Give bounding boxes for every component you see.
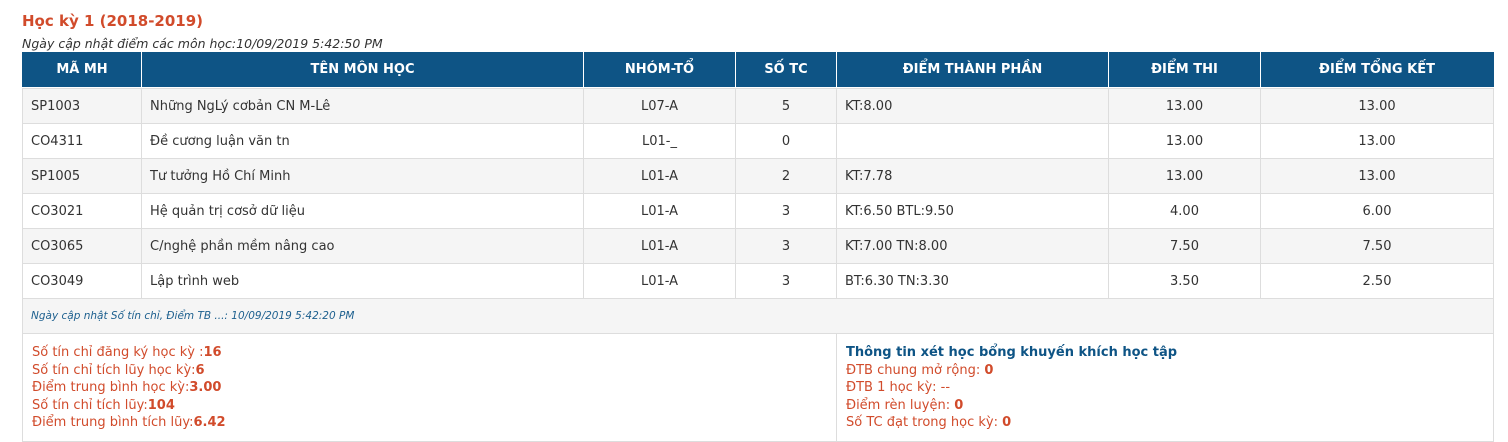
course-group: L07-A — [583, 88, 736, 124]
course-name: Những NgLý cơbản CN M-Lê — [141, 88, 584, 124]
cumulative-gpa-value: 6.42 — [193, 415, 226, 430]
registered-credits-line: Số tín chỉ đăng ký học kỳ :16 — [32, 345, 222, 360]
exam-score: 13.00 — [1108, 123, 1261, 159]
table-row: CO3065 C/nghệ phần mềm nâng cao L01-A 3 … — [22, 228, 1494, 264]
one-semester-gpa-line: ĐTB 1 học kỳ: -- — [846, 380, 951, 395]
component-scores — [836, 123, 1109, 159]
summary-updated-timestamp: Ngày cập nhật Số tín chỉ, Điểm TB ...: 1… — [22, 298, 1494, 334]
header-component-scores: ĐIỂM THÀNH PHẦN — [836, 52, 1109, 87]
course-group: L01-A — [583, 228, 736, 264]
grades-updated-timestamp: Ngày cập nhật điểm các môn học:10/09/201… — [22, 36, 383, 51]
course-group: L01-A — [583, 193, 736, 229]
header-group: NHÓM-TỔ — [583, 52, 736, 87]
grades-table: MÃ MH TÊN MÔN HỌC NHÓM-TỔ SỐ TC ĐIỂM THÀ… — [22, 52, 1494, 442]
header-course-code: MÃ MH — [22, 52, 142, 87]
component-scores: KT:8.00 — [836, 88, 1109, 124]
table-row: CO4311 Đề cương luận văn tn L01-_ 0 13.0… — [22, 123, 1494, 159]
semester-gpa-value: 3.00 — [189, 380, 222, 395]
conduct-score-value: 0 — [954, 397, 964, 413]
exam-score: 4.00 — [1108, 193, 1261, 229]
course-credits: 0 — [735, 123, 837, 159]
final-score: 6.00 — [1260, 193, 1494, 229]
header-credits: SỐ TC — [735, 52, 837, 87]
final-score: 7.50 — [1260, 228, 1494, 264]
exam-score: 3.50 — [1108, 263, 1261, 299]
semester-accumulated-credits-line: Số tín chỉ tích lũy học kỳ:6 — [32, 362, 205, 378]
credit-summary: Số tín chỉ đăng ký học kỳ :16 Số tín chỉ… — [22, 333, 837, 442]
course-group: L01-_ — [583, 123, 736, 159]
table-row: SP1005 Tư tưởng Hồ Chí Minh L01-A 2 KT:7… — [22, 158, 1494, 194]
exam-score: 13.00 — [1108, 158, 1261, 194]
semester-title: Học kỳ 1 (2018-2019) — [22, 12, 204, 30]
credits-passed-line: Số TC đạt trong học kỳ: 0 — [846, 415, 1012, 430]
header-course-name: TÊN MÔN HỌC — [141, 52, 584, 87]
summary-row: Số tín chỉ đăng ký học kỳ :16 Số tín chỉ… — [22, 333, 1494, 442]
final-score: 2.50 — [1260, 263, 1494, 299]
cumulative-gpa-line: Điểm trung bình tích lũy:6.42 — [32, 415, 226, 430]
registered-credits-value: 16 — [203, 345, 222, 360]
course-name: Tư tưởng Hồ Chí Minh — [141, 158, 584, 194]
course-code: SP1003 — [22, 88, 142, 124]
course-name: C/nghệ phần mềm nâng cao — [141, 228, 584, 264]
component-scores: BT:6.30 TN:3.30 — [836, 263, 1109, 299]
table-row: CO3021 Hệ quản trị cơsở dữ liệu L01-A 3 … — [22, 193, 1494, 229]
course-group: L01-A — [583, 158, 736, 194]
header-final-score: ĐIỂM TỔNG KẾT — [1260, 52, 1494, 87]
course-group: L01-A — [583, 263, 736, 299]
course-code: CO3021 — [22, 193, 142, 229]
final-score: 13.00 — [1260, 88, 1494, 124]
component-scores: KT:6.50 BTL:9.50 — [836, 193, 1109, 229]
accumulated-credits-line: Số tín chỉ tích lũy:104 — [32, 397, 175, 413]
course-code: CO4311 — [22, 123, 142, 159]
course-name: Lập trình web — [141, 263, 584, 299]
course-credits: 5 — [735, 88, 837, 124]
course-name: Đề cương luận văn tn — [141, 123, 584, 159]
conduct-score-line: Điểm rèn luyện: 0 — [846, 397, 964, 413]
accumulated-credits-value: 104 — [147, 397, 175, 413]
course-code: CO3049 — [22, 263, 142, 299]
course-code: SP1005 — [22, 158, 142, 194]
component-scores: KT:7.00 TN:8.00 — [836, 228, 1109, 264]
credits-passed-value: 0 — [1002, 415, 1012, 430]
table-row: CO3049 Lập trình web L01-A 3 BT:6.30 TN:… — [22, 263, 1494, 299]
course-credits: 3 — [735, 193, 837, 229]
semester-gpa-line: Điểm trung bình học kỳ:3.00 — [32, 380, 222, 395]
course-code: CO3065 — [22, 228, 142, 264]
extended-gpa-value: 0 — [984, 362, 994, 378]
course-credits: 2 — [735, 158, 837, 194]
exam-score: 7.50 — [1108, 228, 1261, 264]
extended-gpa-line: ĐTB chung mở rộng: 0 — [846, 362, 994, 378]
scholarship-info: Thông tin xét học bổng khuyến khích học … — [836, 333, 1494, 442]
final-score: 13.00 — [1260, 123, 1494, 159]
scholarship-title: Thông tin xét học bổng khuyến khích học … — [846, 345, 1178, 360]
header-exam-score: ĐIỂM THI — [1108, 52, 1261, 87]
final-score: 13.00 — [1260, 158, 1494, 194]
table-header-row: MÃ MH TÊN MÔN HỌC NHÓM-TỔ SỐ TC ĐIỂM THÀ… — [22, 52, 1494, 87]
semester-accumulated-credits-value: 6 — [195, 362, 205, 378]
course-credits: 3 — [735, 228, 837, 264]
course-credits: 3 — [735, 263, 837, 299]
table-row: SP1003 Những NgLý cơbản CN M-Lê L07-A 5 … — [22, 88, 1494, 124]
component-scores: KT:7.78 — [836, 158, 1109, 194]
course-name: Hệ quản trị cơsở dữ liệu — [141, 193, 584, 229]
summary-note-row: Ngày cập nhật Số tín chỉ, Điểm TB ...: 1… — [22, 298, 1494, 334]
exam-score: 13.00 — [1108, 88, 1261, 124]
